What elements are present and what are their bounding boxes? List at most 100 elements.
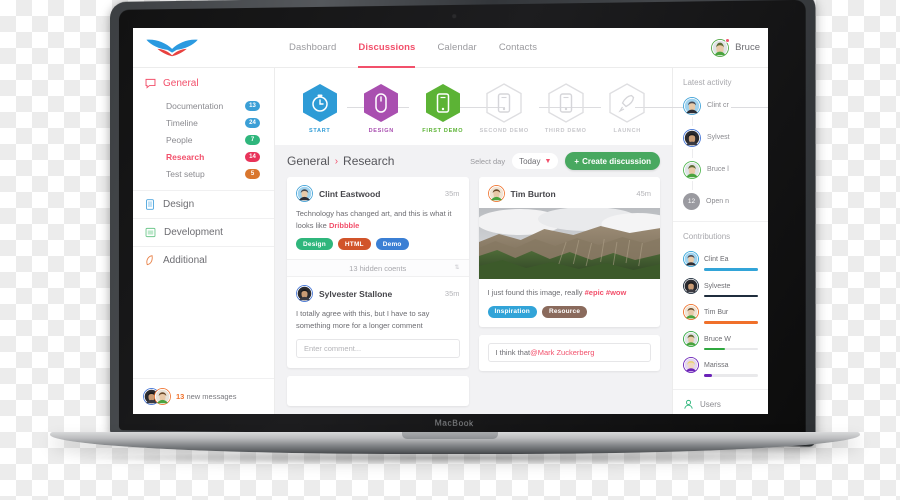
avatar-wrapper [711, 37, 731, 57]
step-first-demo[interactable]: FIRST DEMO [412, 83, 474, 134]
sidebar-item-development[interactable]: Development [133, 218, 274, 246]
post-author: Clint Eastwood [319, 188, 381, 199]
breadcrumb: General › Research [287, 154, 394, 168]
users-link[interactable]: Users [673, 390, 768, 415]
contribution-bar-fill [704, 294, 758, 297]
nav-item-calendar[interactable]: Calendar [437, 28, 476, 68]
activity-item[interactable]: Sylvest [683, 126, 768, 158]
activity-item[interactable]: Bruce l [683, 158, 768, 190]
latest-activity-section: Latest activity Clint cr Sylvest Bruce l… [673, 68, 768, 222]
avatar-clint-icon [683, 251, 699, 268]
avatar-stack [143, 388, 171, 405]
day-select-value: Today [519, 156, 541, 166]
badge-timeline: 24 [245, 117, 260, 128]
activity-count-badge: 12 [683, 193, 700, 210]
nav-item-contacts[interactable]: Contacts [499, 28, 537, 68]
mobile-icon [146, 199, 154, 210]
step-start[interactable]: START [289, 83, 351, 134]
webcam-icon [452, 14, 457, 19]
step-label-design: DESIGN [368, 128, 394, 134]
tag-inspiration[interactable]: Inspiration [487, 305, 537, 318]
discussion-card-next[interactable] [287, 375, 469, 406]
step-second-demo[interactable]: SECOND DEMO [474, 83, 536, 134]
post-tags: Design HTML Demo [287, 238, 469, 259]
avatar-sylvester-icon [683, 128, 701, 147]
avatar-bruce-icon [683, 330, 699, 347]
app-window: Dashboard Discussions Calendar Contacts [133, 28, 768, 414]
activity-item[interactable]: Clint cr [683, 94, 768, 126]
avatar-sylvester-icon [296, 285, 313, 303]
contribution-name: Tim Bur [704, 309, 729, 316]
leaf-icon [146, 255, 153, 266]
breadcrumb-current: Research [343, 154, 395, 168]
content-toolbar: General › Research Select day Today ▼ + [275, 145, 672, 177]
tag-demo[interactable]: Demo [375, 238, 409, 251]
sidebar-new-messages[interactable]: 13 new messages [133, 378, 274, 414]
sidebar-additional-label: Additional [163, 255, 207, 266]
hex-wrapper [609, 83, 645, 123]
step-third-demo[interactable]: THIRD DEMO [535, 83, 597, 134]
contributions-title: Contributions [683, 232, 731, 241]
phone-icon [486, 83, 522, 123]
contribution-row[interactable]: Bruce W [683, 328, 768, 350]
tag-design[interactable]: Design [296, 238, 333, 251]
create-discussion-button[interactable]: + Create discussion [565, 152, 660, 170]
avatar-tim-icon [683, 304, 699, 321]
step-launch[interactable]: LAUNCH [597, 83, 659, 134]
users-label: Users [700, 399, 721, 409]
step-label-first-demo: FIRST DEMO [422, 128, 464, 134]
comment-input[interactable]: Enter comment... [296, 338, 460, 358]
contribution-bar [704, 347, 758, 350]
contributions-section: Contributions Clint Ea Sylveste Tim Bur … [673, 222, 768, 390]
user-icon [684, 399, 693, 409]
sidebar-link-label: Timeline [166, 117, 198, 128]
post-time: 45m [636, 189, 651, 198]
sidebar-item-additional[interactable]: Additional [133, 246, 274, 274]
user-menu[interactable]: Bruce [711, 37, 768, 57]
post-header: Tim Burton 45m [479, 177, 661, 208]
left-sidebar: General Documentation 13 Timeline 24 Peo… [133, 68, 275, 414]
contribution-row[interactable]: Clint Ea [683, 248, 768, 271]
app-logo[interactable] [133, 37, 275, 59]
hex-wrapper [548, 83, 584, 123]
sidebar-link-people[interactable]: People 7 [145, 131, 262, 148]
breadcrumb-root[interactable]: General [287, 154, 330, 168]
avatar-sylvester-icon [683, 277, 699, 294]
step-design[interactable]: DESIGN [351, 83, 413, 134]
phone-icon [548, 83, 584, 123]
comment-placeholder: Enter comment... [304, 343, 362, 353]
activity-item-more[interactable]: 12 Open n [683, 190, 768, 213]
post-header: Clint Eastwood 35m [287, 177, 469, 208]
sidebar-link-timeline[interactable]: Timeline 24 [145, 114, 262, 131]
tag-html[interactable]: HTML [337, 238, 371, 251]
contribution-row[interactable]: Sylveste [683, 275, 768, 297]
contribution-row[interactable]: Tim Bur [683, 301, 768, 324]
sidebar-link-research[interactable]: Research 14 [145, 148, 262, 165]
sidebar-link-documentation[interactable]: Documentation 13 [145, 97, 262, 114]
sidebar-link-test-setup[interactable]: Test setup 5 [145, 165, 262, 182]
reply-text: I think that [495, 347, 531, 357]
post-tags: Inspiration Resource [479, 305, 661, 327]
contribution-body: Clint Ea [704, 248, 758, 271]
discussion-column-left: Clint Eastwood 35m Technology has change… [287, 177, 469, 414]
sidebar-item-design[interactable]: Design [133, 190, 274, 218]
stopwatch-icon [302, 84, 337, 122]
post-link[interactable]: Dribbble [329, 221, 359, 230]
mention-link[interactable]: @Mark Zuckerberg [530, 348, 594, 357]
avatar-tim-icon [154, 388, 171, 405]
bird-logo-icon [146, 39, 198, 56]
tag-resource[interactable]: Resource [541, 305, 588, 318]
day-select[interactable]: Today ▼ [512, 153, 559, 169]
step-label-launch: LAUNCH [613, 128, 641, 134]
window-icon [145, 227, 156, 238]
new-messages-count: 13 [176, 392, 185, 401]
reply-input[interactable]: I think that @Mark Zuckerberg [487, 342, 651, 362]
hidden-comments-toggle[interactable]: 13 hidden coents ⇅ [287, 259, 469, 278]
activity-connector [692, 181, 693, 190]
nav-item-dashboard[interactable]: Dashboard [289, 28, 336, 68]
sidebar-item-general[interactable]: General [145, 78, 262, 89]
user-name-label: Bruce [735, 42, 760, 53]
post-hashtags[interactable]: #epic #wow [585, 288, 627, 297]
nav-item-discussions[interactable]: Discussions [358, 28, 416, 68]
contribution-row[interactable]: Marissa [683, 354, 768, 377]
